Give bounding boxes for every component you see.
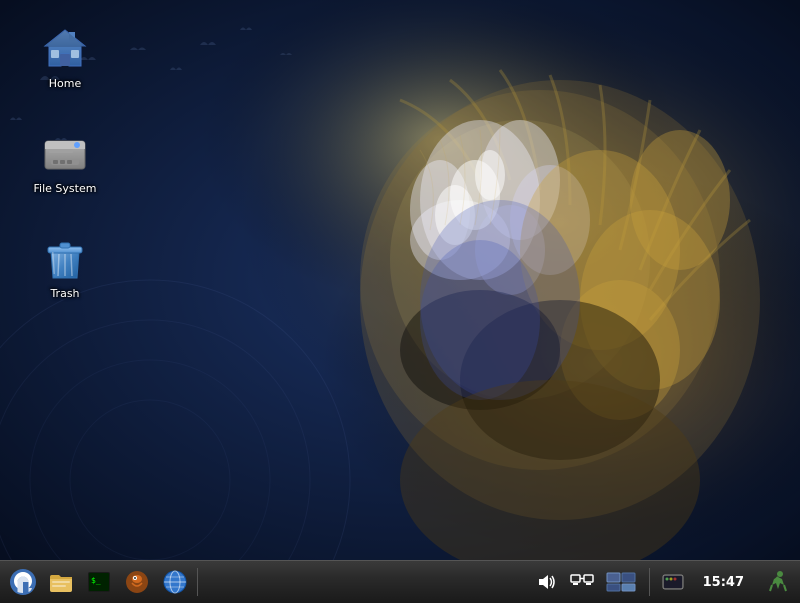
home-icon-label: Home [46, 76, 84, 91]
lion-wallpaper [0, 0, 800, 560]
taskbar-fedora-button[interactable] [5, 564, 41, 600]
taskbar-terminal-button[interactable]: $_ [81, 564, 117, 600]
tray-desktop-switcher[interactable] [602, 569, 642, 595]
taskbar: $_ [0, 560, 800, 603]
desktop: Home [0, 0, 800, 560]
desktop-icon-trash[interactable]: Trash [25, 230, 105, 305]
tray-notifications[interactable] [657, 569, 689, 595]
filesystem-icon-label: File System [31, 181, 100, 196]
taskbar-separator-1 [197, 568, 198, 596]
trash-icon [41, 234, 89, 282]
clock-display: 15:47 [697, 575, 750, 590]
taskbar-gimp-button[interactable] [119, 564, 155, 600]
filesystem-icon [41, 129, 89, 177]
tray-network[interactable] [566, 569, 598, 595]
tray-clock[interactable]: 15:47 [693, 573, 754, 592]
taskbar-logout-button[interactable] [759, 564, 795, 600]
tray-volume[interactable] [532, 569, 562, 595]
taskbar-separator-2 [649, 568, 650, 596]
taskbar-browser-button[interactable] [157, 564, 193, 600]
desktop-icon-filesystem[interactable]: File System [25, 125, 105, 200]
taskbar-filemanager-button[interactable] [43, 564, 79, 600]
trash-icon-label: Trash [47, 286, 82, 301]
desktop-icon-home[interactable]: Home [25, 20, 105, 95]
taskbar-tray: 15:47 [532, 564, 796, 600]
home-icon [41, 24, 89, 72]
svg-text:$_: $_ [91, 576, 101, 585]
